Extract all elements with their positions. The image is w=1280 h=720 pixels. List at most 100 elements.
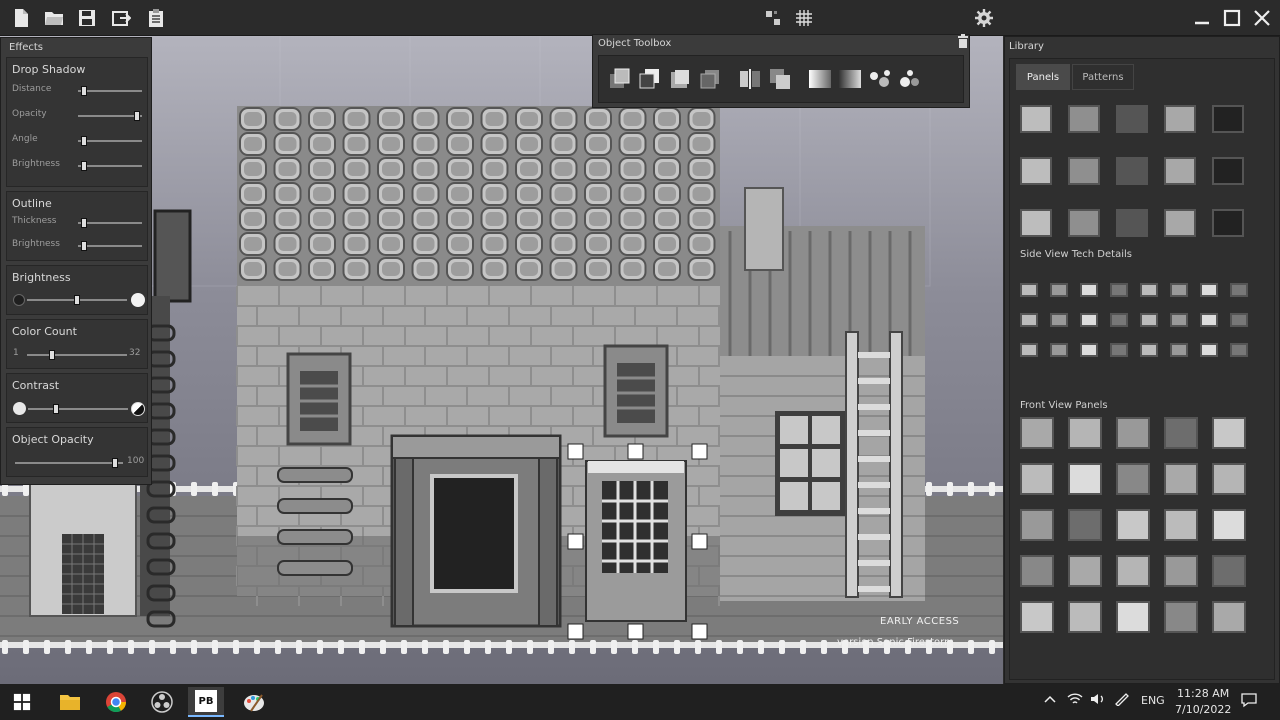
library-item[interactable] <box>1164 509 1198 541</box>
library-item[interactable] <box>1164 555 1198 587</box>
library-item[interactable] <box>1068 509 1102 541</box>
close-icon[interactable] <box>1249 5 1275 31</box>
gradient-light-icon[interactable] <box>807 66 833 92</box>
library-item[interactable] <box>1080 283 1098 297</box>
library-item[interactable] <box>1116 417 1150 449</box>
library-item[interactable] <box>1068 463 1102 495</box>
bring-forward-icon[interactable] <box>667 66 693 92</box>
library-item[interactable] <box>1164 157 1196 185</box>
library-item[interactable] <box>1140 283 1158 297</box>
library-item[interactable] <box>1200 283 1218 297</box>
library-item[interactable] <box>1110 313 1128 327</box>
shadow-brightness-knob[interactable] <box>81 161 87 171</box>
library-item[interactable] <box>1200 343 1218 357</box>
clock-date[interactable]: 7/10/2022 <box>1175 703 1231 716</box>
library-item[interactable] <box>1140 313 1158 327</box>
shadow-brightness-slider[interactable]: Brightness <box>12 159 144 173</box>
library-item[interactable] <box>1050 313 1068 327</box>
maximize-icon[interactable] <box>1219 5 1245 31</box>
export-icon[interactable] <box>108 5 134 31</box>
pixel-builder-app-icon[interactable]: PB <box>188 687 224 717</box>
library-item[interactable] <box>1080 343 1098 357</box>
library-item[interactable] <box>1164 463 1198 495</box>
library-item[interactable] <box>1068 601 1102 633</box>
save-icon[interactable] <box>74 5 100 31</box>
chevron-up-icon[interactable] <box>1043 692 1057 709</box>
opacity-knob[interactable] <box>134 111 140 121</box>
thickness-slider[interactable]: Thickness <box>12 216 144 230</box>
remove-dots-icon[interactable] <box>897 66 923 92</box>
library-item[interactable] <box>1116 157 1148 185</box>
library-item[interactable] <box>1080 313 1098 327</box>
library-item[interactable] <box>1164 601 1198 633</box>
notification-icon[interactable] <box>1240 692 1258 711</box>
library-item[interactable] <box>1116 601 1150 633</box>
windows-start-icon[interactable] <box>4 687 40 717</box>
library-item[interactable] <box>1116 509 1150 541</box>
color-count-slider[interactable]: 1 32 <box>13 348 143 362</box>
library-item[interactable] <box>1212 601 1246 633</box>
wifi-icon[interactable] <box>1067 692 1083 709</box>
settings-gear-icon[interactable] <box>971 5 997 31</box>
library-item[interactable] <box>1200 313 1218 327</box>
library-item[interactable] <box>1020 105 1052 133</box>
library-item[interactable] <box>1068 157 1100 185</box>
library-item[interactable] <box>1068 555 1102 587</box>
library-item[interactable] <box>1230 313 1248 327</box>
minimize-icon[interactable] <box>1189 5 1215 31</box>
opacity-slider[interactable]: Opacity <box>12 109 144 123</box>
library-item[interactable] <box>1020 555 1054 587</box>
object-opacity-knob[interactable] <box>112 458 118 468</box>
library-item[interactable] <box>1020 157 1052 185</box>
library-item[interactable] <box>1212 555 1246 587</box>
angle-slider[interactable]: Angle <box>12 134 144 148</box>
library-item[interactable] <box>1050 283 1068 297</box>
library-item[interactable] <box>1116 463 1150 495</box>
library-item[interactable] <box>1068 417 1102 449</box>
library-item[interactable] <box>1020 509 1054 541</box>
brightness-knob[interactable] <box>74 295 80 305</box>
new-file-icon[interactable] <box>8 5 34 31</box>
library-item[interactable] <box>1020 417 1054 449</box>
library-item[interactable] <box>1170 283 1188 297</box>
paint-icon[interactable] <box>236 687 272 717</box>
bring-to-front-icon[interactable] <box>607 66 633 92</box>
library-item[interactable] <box>1230 283 1248 297</box>
library-item[interactable] <box>1164 209 1196 237</box>
library-item[interactable] <box>1110 283 1128 297</box>
pen-icon[interactable] <box>1114 692 1130 709</box>
send-backward-icon[interactable] <box>697 66 723 92</box>
contrast-slider[interactable] <box>13 402 145 416</box>
color-count-knob[interactable] <box>49 350 55 360</box>
gradient-dark-icon[interactable] <box>837 66 863 92</box>
library-item[interactable] <box>1050 343 1068 357</box>
library-item[interactable] <box>1020 209 1052 237</box>
pixel-grid-icon[interactable] <box>760 5 786 31</box>
tab-patterns[interactable]: Patterns <box>1072 64 1134 90</box>
contrast-knob[interactable] <box>53 404 59 414</box>
language-indicator[interactable]: ENG <box>1141 694 1165 707</box>
flip-horizontal-icon[interactable] <box>737 66 763 92</box>
brightness-slider[interactable] <box>13 293 145 307</box>
distance-knob[interactable] <box>81 86 87 96</box>
library-item[interactable] <box>1164 417 1198 449</box>
library-item[interactable] <box>1170 343 1188 357</box>
outline-brightness-slider[interactable]: Brightness <box>12 239 144 253</box>
angle-knob[interactable] <box>81 136 87 146</box>
grid-icon[interactable] <box>791 5 817 31</box>
library-item[interactable] <box>1212 463 1246 495</box>
distance-slider[interactable]: Distance <box>12 84 144 98</box>
add-dots-icon[interactable] <box>867 66 893 92</box>
library-item[interactable] <box>1020 313 1038 327</box>
library-item[interactable] <box>1212 509 1246 541</box>
library-item[interactable] <box>1068 105 1100 133</box>
library-item[interactable] <box>1212 209 1244 237</box>
clipboard-icon[interactable] <box>143 5 169 31</box>
library-item[interactable] <box>1212 417 1246 449</box>
library-item[interactable] <box>1020 343 1038 357</box>
library-item[interactable] <box>1212 157 1244 185</box>
obs-icon[interactable] <box>144 687 180 717</box>
library-item[interactable] <box>1110 343 1128 357</box>
speaker-icon[interactable] <box>1090 692 1106 709</box>
object-opacity-slider[interactable]: 100 <box>13 456 145 470</box>
